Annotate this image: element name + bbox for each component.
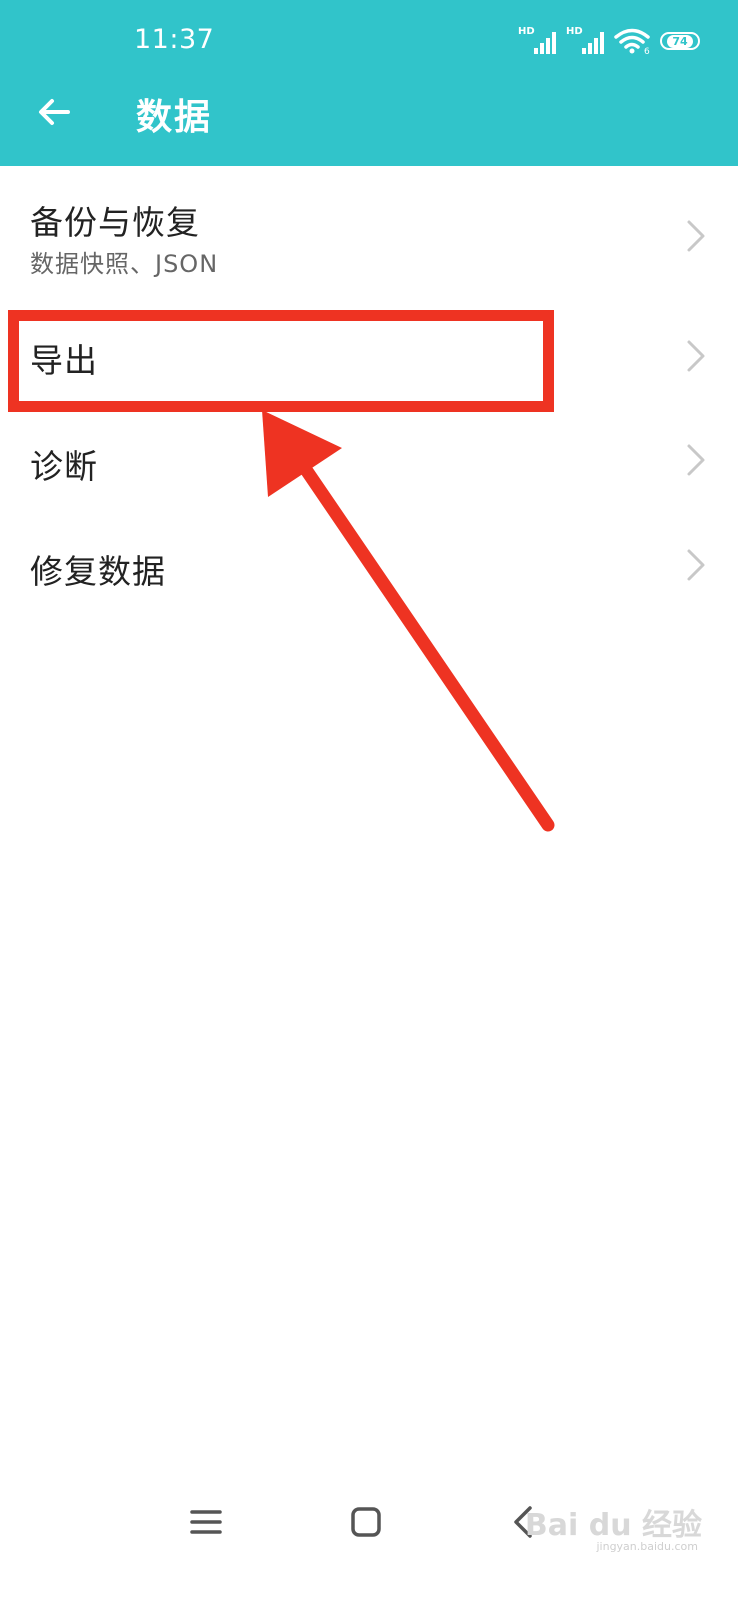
menu-icon[interactable] [186,1502,226,1542]
annotation-arrow [262,410,555,832]
watermark-logo: Bai du 经验 [524,1508,702,1543]
watermark-url: jingyan.baidu.com [596,1540,698,1553]
home-icon[interactable] [346,1502,386,1542]
